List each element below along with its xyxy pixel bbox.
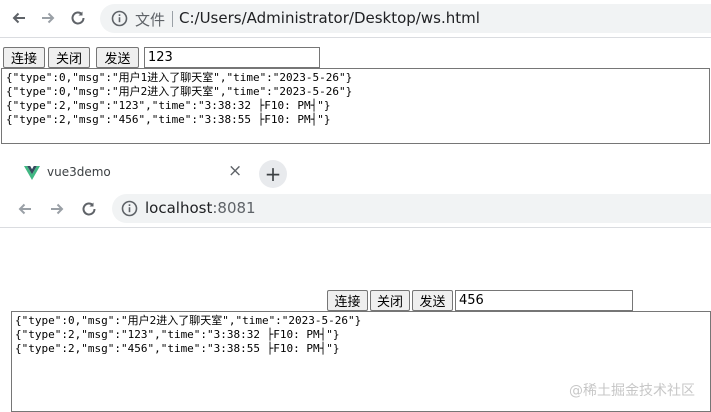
tab-title: vue3demo xyxy=(47,165,111,179)
connect-button-2[interactable]: 连接 xyxy=(327,290,368,311)
reload-icon[interactable] xyxy=(67,7,89,29)
address-separator xyxy=(172,11,173,27)
address-url[interactable]: C:/Users/Administrator/Desktop/ws.html xyxy=(179,9,480,27)
message-log-1[interactable]: {"type":0,"msg":"用户1进入了聊天室","time":"2023… xyxy=(1,68,710,144)
tab-close-icon[interactable]: × xyxy=(228,161,242,181)
address-port: :8081 xyxy=(212,199,256,217)
close-button-2[interactable]: 关闭 xyxy=(370,290,410,311)
toolbar-divider-2 xyxy=(0,227,711,228)
address-bar-2[interactable]: localhost:8081 xyxy=(112,194,711,223)
address-bar-1[interactable]: 文件 C:/Users/Administrator/Desktop/ws.htm… xyxy=(100,4,711,33)
message-input-1[interactable]: 123 xyxy=(144,47,320,68)
reload-icon[interactable] xyxy=(78,198,100,220)
file-scheme-label: 文件 xyxy=(135,11,166,29)
log-line: {"type":2,"msg":"456","time":"3:38:55 ├F… xyxy=(6,113,331,126)
log-line: {"type":2,"msg":"123","time":"3:38:32 ├F… xyxy=(6,99,331,112)
log-line: {"type":2,"msg":"123","time":"3:38:32 ├F… xyxy=(15,328,340,341)
log-line: {"type":0,"msg":"用户1进入了聊天室","time":"2023… xyxy=(6,71,353,84)
send-button-2[interactable]: 发送 xyxy=(412,290,453,311)
watermark-text: @稀土掘金技术社区 xyxy=(569,383,695,399)
address-url[interactable]: localhost:8081 xyxy=(145,199,256,217)
log-line: {"type":2,"msg":"456","time":"3:38:55 ├F… xyxy=(15,342,340,355)
tab-vue3demo[interactable]: vue3demo × xyxy=(8,154,248,192)
forward-arrow-icon[interactable] xyxy=(46,198,68,220)
address-host: localhost xyxy=(145,199,213,217)
close-button-1[interactable]: 关闭 xyxy=(48,47,90,68)
info-icon[interactable] xyxy=(121,200,138,221)
vue-logo-icon xyxy=(24,165,40,184)
back-arrow-icon[interactable] xyxy=(14,198,36,220)
new-tab-button[interactable]: + xyxy=(259,160,287,188)
log-line: {"type":0,"msg":"用户2进入了聊天室","time":"2023… xyxy=(6,85,353,98)
connect-button-1[interactable]: 连接 xyxy=(3,47,45,68)
send-button-1[interactable]: 发送 xyxy=(96,47,139,68)
toolbar-divider-1 xyxy=(0,37,711,38)
back-arrow-icon[interactable] xyxy=(8,7,30,29)
log-line: {"type":0,"msg":"用户2进入了聊天室","time":"2023… xyxy=(15,314,362,327)
plus-icon: + xyxy=(264,162,282,186)
info-icon[interactable] xyxy=(111,10,128,31)
message-input-2[interactable]: 456 xyxy=(455,290,633,311)
forward-arrow-icon[interactable] xyxy=(37,7,59,29)
